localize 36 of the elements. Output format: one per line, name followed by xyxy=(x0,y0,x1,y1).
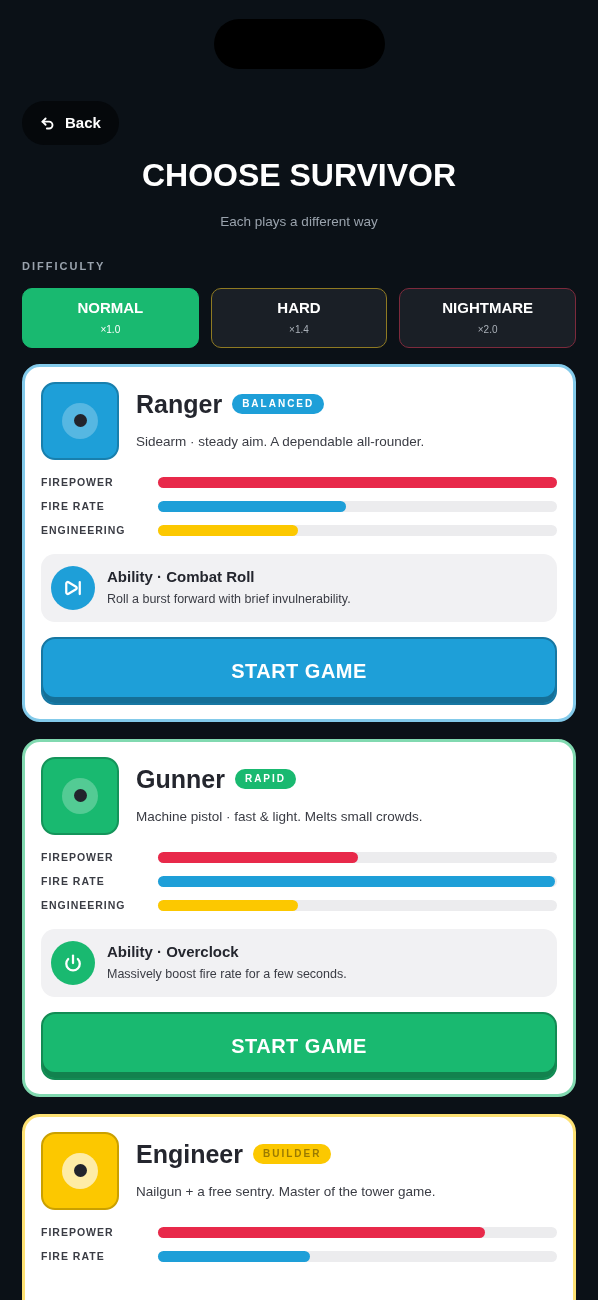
difficulty-option[interactable]: NIGHTMARE ×2.0 xyxy=(399,287,576,348)
character-description: Sidearm · steady aim. A dependable all-rounder. xyxy=(136,432,425,451)
ability-icon xyxy=(51,565,95,610)
stat-label: FIREPOWER xyxy=(41,1227,115,1238)
role-tag: BALANCED xyxy=(232,394,325,415)
ability-title: Ability · Combat Roll xyxy=(107,567,256,587)
ability-icon xyxy=(51,940,95,985)
character-card[interactable]: Gunner RAPID Machine pistol · fast & light. Melts small crowds. FIREPOWER FIRE RATE ENGINEERING Ability · Overclock Massively boost fire rate for a few seconds. START GAME xyxy=(22,738,576,1097)
character-name: Gunner xyxy=(136,766,225,792)
role-tag: RAPID xyxy=(234,769,297,790)
stat-label: FIREPOWER xyxy=(41,852,115,863)
page-subtitle: Each plays a different way xyxy=(219,213,379,231)
character-name: Ranger xyxy=(136,391,223,417)
avatar-icon xyxy=(41,756,119,835)
stat-label: FIRE RATE xyxy=(41,1251,106,1262)
character-card[interactable]: Engineer BUILDER Nailgun + a free sentry. Master of the tower game. FIREPOWER FIRE RATE xyxy=(22,1113,576,1300)
page-title: CHOOSE SURVIVOR xyxy=(140,159,458,191)
difficulty-option[interactable]: HARD ×1.4 xyxy=(210,287,388,348)
ability-description: Roll a burst forward with brief invulnerability. xyxy=(107,592,351,608)
role-tag: BUILDER xyxy=(253,1144,332,1165)
character-description: Nailgun + a free sentry. Master of the tower game. xyxy=(136,1182,436,1201)
stat-label: FIRE RATE xyxy=(41,876,106,887)
back-icon xyxy=(40,115,55,131)
stat-label: FIRE RATE xyxy=(41,501,106,512)
character-description: Machine pistol · fast & light. Melts small crowds. xyxy=(136,807,423,826)
back-button[interactable]: Back xyxy=(22,101,119,145)
ability-title: Ability · Overclock xyxy=(107,942,240,962)
avatar-icon xyxy=(41,381,119,460)
ability-description: Massively boost fire rate for a few seconds. xyxy=(107,967,347,983)
difficulty-label: DIFFICULTY xyxy=(22,259,107,275)
stat-label: ENGINEERING xyxy=(41,525,127,536)
stat-label: ENGINEERING xyxy=(41,900,127,911)
avatar-icon xyxy=(41,1131,119,1210)
character-name: Engineer xyxy=(136,1141,243,1167)
stat-label: FIREPOWER xyxy=(41,477,115,488)
character-card[interactable]: Ranger BALANCED Sidearm · steady aim. A dependable all-rounder. FIREPOWER FIRE RATE ENGINEERING Ability · Combat Roll Roll a burst forward with brief invulnerability. START GAME xyxy=(22,363,576,722)
